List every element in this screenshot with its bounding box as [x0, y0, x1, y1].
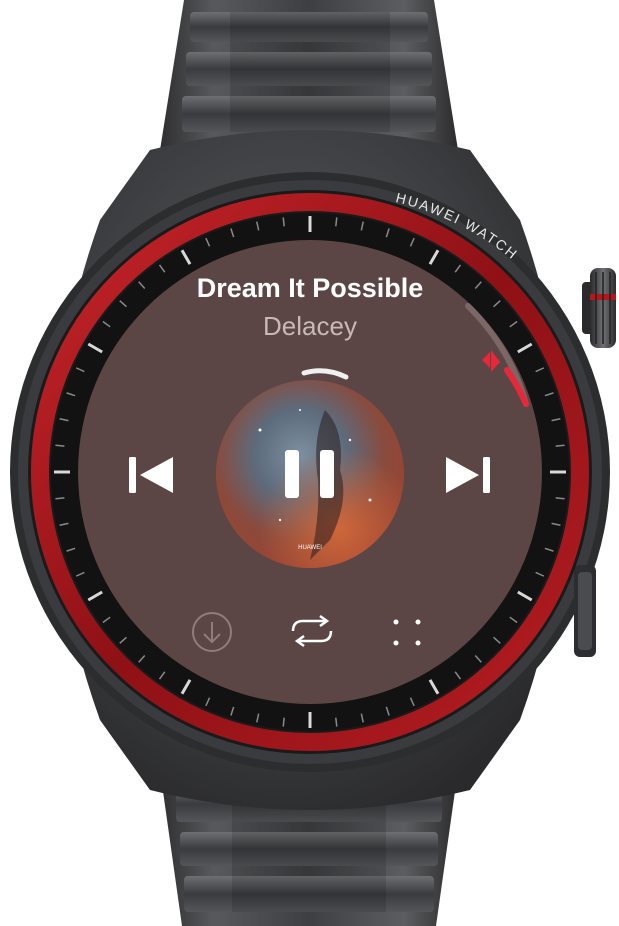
minute-tick [55, 444, 65, 447]
song-title: Dream It Possible [197, 273, 424, 303]
crown-button[interactable] [582, 268, 616, 348]
artist-name: Delacey [263, 311, 357, 341]
strap-top [160, 0, 458, 150]
minute-tick [282, 717, 285, 727]
smartwatch-mockup: HUAWEI WATCH Dream It Possible Delacey H… [0, 0, 619, 926]
minute-tick [555, 497, 565, 500]
minute-tick [282, 217, 285, 227]
minute-tick [335, 217, 338, 227]
minute-tick [55, 497, 65, 500]
side-button[interactable] [574, 565, 596, 657]
album-logo-text: HUAWEI [298, 545, 322, 551]
minute-tick [335, 717, 338, 727]
minute-tick [555, 444, 565, 447]
